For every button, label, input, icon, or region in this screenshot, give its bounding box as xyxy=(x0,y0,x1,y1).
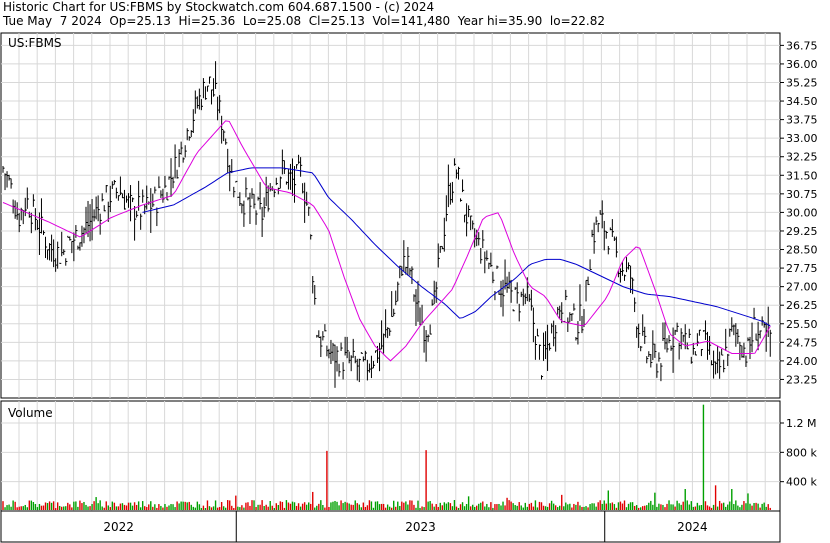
volume-ytick-label: 400 k xyxy=(786,476,817,489)
price-ytick-label: 36.00 xyxy=(786,58,818,71)
chart-page: Historic Chart for US:FBMS by Stockwatch… xyxy=(0,0,830,543)
volume-panel: 1.2 M 800 k 400 k xyxy=(0,400,817,512)
price-ytick-label: 32.25 xyxy=(786,151,818,164)
price-ytick-label: 28.50 xyxy=(786,244,818,257)
price-ytick-label: 31.50 xyxy=(786,169,818,182)
stock-chart: 36.75 36.00 35.25 34.50 33.75 33.00 32.25 31.50… xyxy=(0,32,818,543)
volume-label: Volume xyxy=(8,406,53,420)
price-ytick-label: 33.75 xyxy=(786,114,818,127)
price-ytick-label: 30.75 xyxy=(786,188,818,201)
x-axis: 2022 2023 2024 xyxy=(0,510,781,543)
year-label: 2024 xyxy=(677,520,708,534)
price-ytick-label: 23.25 xyxy=(786,373,818,386)
price-ytick-label: 25.50 xyxy=(786,318,818,331)
price-ytick-label: 26.25 xyxy=(786,299,818,312)
price-ytick-label: 30.00 xyxy=(786,206,818,219)
year-label: 2022 xyxy=(103,520,134,534)
volume-plot-frame xyxy=(0,400,781,512)
price-ytick-label: 34.50 xyxy=(786,95,818,108)
year-label: 2023 xyxy=(405,520,436,534)
price-ytick-label: 35.25 xyxy=(786,76,818,89)
price-panel: 36.75 36.00 35.25 34.50 33.75 33.00 32.25 31.50… xyxy=(0,32,818,399)
price-ytick-label: 29.25 xyxy=(786,225,818,238)
volume-ytick-label: 1.2 M xyxy=(786,417,816,430)
price-ytick-label: 27.00 xyxy=(786,281,818,294)
price-ytick-label: 24.00 xyxy=(786,355,818,368)
price-plot-frame xyxy=(0,32,781,399)
volume-ytick-label: 800 k xyxy=(786,446,817,459)
price-ytick-label: 24.75 xyxy=(786,336,818,349)
price-ytick-label: 36.75 xyxy=(786,39,818,52)
price-ytick-label: 33.00 xyxy=(786,132,818,145)
price-ytick-label: 27.75 xyxy=(786,262,818,275)
symbol-label: US:FBMS xyxy=(8,36,62,50)
